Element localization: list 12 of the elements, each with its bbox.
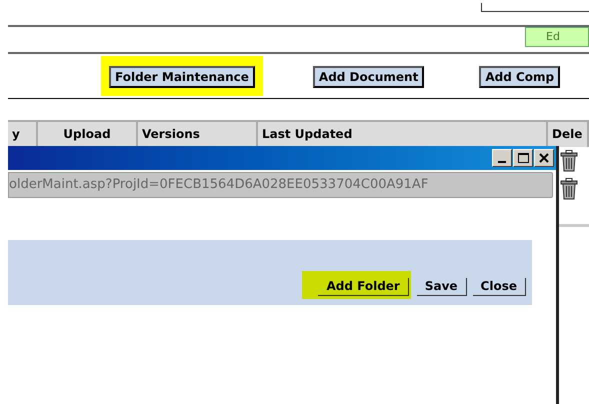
minimize-icon[interactable] (492, 149, 512, 167)
status-badge: Ed (525, 27, 589, 47)
toolbar-button[interactable]: Folder Maintenance (109, 66, 255, 88)
dialog-button[interactable]: Save (416, 278, 467, 296)
dialog-button[interactable]: Add Folder (318, 278, 409, 296)
maximize-icon[interactable] (513, 149, 533, 167)
toolbar-button[interactable]: Add Comp (479, 66, 560, 88)
trash-icon[interactable] (560, 178, 578, 200)
close-icon[interactable] (534, 149, 554, 167)
dialog-button[interactable]: Close (472, 278, 526, 296)
toolbar-button[interactable]: Add Document (312, 66, 424, 88)
trash-icon[interactable] (560, 150, 578, 172)
